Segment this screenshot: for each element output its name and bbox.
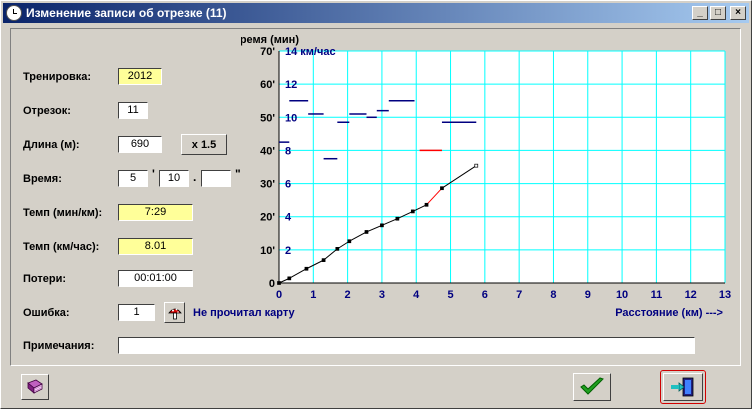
time-seconds-sep: .	[193, 170, 197, 184]
x-tick-label: 1	[310, 289, 316, 301]
speed-top-label: 14 км/час	[285, 46, 336, 58]
y-tick-label: 60'	[260, 79, 275, 91]
loss-label: Потери:	[23, 273, 67, 285]
time-seconds-field[interactable]: 10	[159, 170, 189, 187]
title-bar[interactable]: Изменение записи об отрезке (11) _ □ ×	[3, 3, 749, 23]
minimize-button[interactable]: _	[692, 6, 708, 20]
x-tick-label: 13	[719, 289, 731, 301]
x-tick-label: 11	[651, 289, 663, 301]
x-tick-label: 9	[585, 289, 591, 301]
speed-tick-label: 6	[285, 179, 291, 191]
pace-field: 7:29	[118, 204, 193, 221]
time-point	[410, 209, 415, 214]
segment-field[interactable]: 11	[118, 102, 148, 119]
length-label: Длина (м):	[23, 139, 80, 151]
speed-tick-label: 12	[285, 79, 297, 91]
time-point	[395, 216, 400, 221]
time-point	[287, 276, 292, 281]
book-icon	[27, 379, 43, 394]
y-tick-label: 10'	[260, 245, 275, 257]
x-tick-label: 5	[447, 289, 453, 301]
time-fraction-field[interactable]	[201, 170, 231, 187]
segment-label: Отрезок:	[23, 105, 71, 117]
time-point	[347, 239, 352, 244]
speed-tick-label: 8	[285, 145, 291, 157]
main-panel: Тренировка: 2012 Отрезок: 11 Длина (м): …	[10, 28, 741, 366]
time-point	[304, 266, 309, 271]
time-point	[364, 230, 369, 234]
y-tick-label: 30'	[260, 179, 275, 191]
x-tick-label: 8	[550, 289, 556, 301]
time-label: Время:	[23, 173, 62, 185]
y-tick-label: 0	[269, 278, 275, 290]
book-button[interactable]	[21, 374, 49, 400]
x-tick-label: 3	[379, 289, 385, 301]
time-point	[474, 163, 479, 168]
window-title: Изменение записи об отрезке (11)	[26, 6, 227, 20]
dialog-window: Изменение записи об отрезке (11) _ □ × Т…	[0, 0, 752, 409]
speed-field: 8.01	[118, 238, 193, 255]
x-axis-title: Расстояние (км) --->	[615, 307, 723, 319]
speed-tick-label: 10	[285, 112, 297, 124]
y-tick-label: 40'	[260, 145, 275, 157]
error-field[interactable]: 1	[118, 304, 155, 321]
mushroom-button[interactable]	[164, 302, 185, 323]
notes-field[interactable]	[118, 337, 695, 354]
clock-icon	[6, 5, 22, 21]
close-button[interactable]: ×	[730, 6, 746, 20]
error-label: Ошибка:	[23, 307, 70, 319]
time-point	[321, 258, 326, 262]
y-tick-label: 20'	[260, 212, 275, 224]
x-tick-label: 12	[685, 289, 697, 301]
x-tick-label: 6	[482, 289, 488, 301]
multiply-button[interactable]: x 1.5	[181, 134, 227, 155]
speed-label: Темп (км/час):	[23, 241, 100, 253]
time-point	[335, 247, 340, 251]
y-tick-label: 50'	[260, 112, 275, 124]
x-tick-label: 7	[516, 289, 522, 301]
time-point	[440, 186, 444, 191]
x-tick-label: 2	[345, 289, 351, 301]
notes-label: Примечания:	[23, 340, 95, 352]
loss-field[interactable]: 00:01:00	[118, 270, 193, 287]
time-point	[424, 202, 429, 207]
time-fraction-sep: "	[235, 167, 241, 181]
exit-door-icon	[671, 377, 694, 397]
length-field[interactable]: 690	[118, 136, 162, 153]
x-tick-label: 4	[413, 289, 420, 301]
time-point	[277, 281, 281, 285]
x-tick-label: 0	[276, 289, 282, 301]
checkmark-icon	[580, 377, 604, 395]
plot-area	[279, 51, 725, 283]
training-label: Тренировка:	[23, 71, 92, 83]
speed-tick-label: 2	[285, 245, 291, 257]
time-minutes-field[interactable]: 5	[118, 170, 148, 187]
training-field[interactable]: 2012	[118, 68, 162, 85]
speed-tick-label: 4	[285, 212, 292, 224]
progress-chart: 010'20'30'40'50'60'70'0 1 2 3 4 5 6 7 8 9 10 11 12 13…	[241, 34, 731, 319]
ok-button[interactable]	[573, 373, 611, 401]
y-tick-label: 70'	[260, 46, 275, 58]
x-tick-label: 10	[616, 289, 628, 301]
mushroom-icon	[167, 308, 182, 319]
pace-label: Темп (мин/км):	[23, 207, 103, 219]
time-point	[380, 223, 384, 228]
y-axis-title: Время (мин)	[241, 34, 299, 46]
maximize-button[interactable]: □	[710, 6, 726, 20]
exit-button[interactable]	[663, 373, 703, 401]
time-minutes-sep: '	[152, 167, 155, 181]
